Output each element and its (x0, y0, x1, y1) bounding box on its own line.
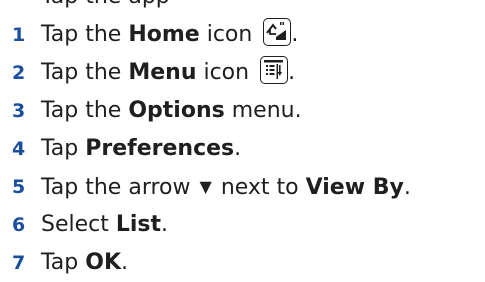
home-icon (263, 18, 292, 46)
dropdown-arrow-icon: ▼ (199, 177, 212, 196)
ui-term: OK (85, 250, 121, 275)
menu-icon (260, 56, 289, 84)
step-text: Tap OK. (41, 250, 128, 275)
step-text: Tap the Menu icon . (41, 54, 295, 92)
step-text: Tap the Options menu. (41, 98, 302, 123)
step-text: Tap Preferences. (41, 136, 242, 161)
step-number: 1 (12, 24, 26, 46)
ui-term: Home (128, 22, 200, 47)
ui-term: Options (128, 98, 225, 123)
step-number: 3 (12, 100, 26, 122)
instruction-steps: Tap the app 1 Tap the Home icon . 2 Tap … (0, 0, 485, 282)
step-number: 4 (12, 138, 26, 160)
step-4: 4 Tap Preferences. (0, 130, 485, 168)
step-number: 6 (12, 214, 26, 236)
step-number: 2 (12, 62, 26, 84)
step-number: 7 (12, 252, 26, 274)
ui-term: Menu (128, 60, 197, 85)
step-text: Select List. (41, 212, 169, 237)
step-text: Tap the arrow ▼ next to View By. (41, 168, 411, 207)
step-6: 6 Select List. (0, 206, 485, 244)
ui-term: View By (305, 175, 404, 200)
step-1: 1 Tap the Home icon . (0, 16, 485, 54)
step-text: Tap the app (41, 0, 170, 16)
step-7: 7 Tap OK. (0, 244, 485, 282)
step-3: 3 Tap the Options menu. (0, 92, 485, 130)
step-partial: Tap the app (0, 0, 485, 16)
step-number: 5 (12, 176, 26, 198)
step-5: 5 Tap the arrow ▼ next to View By. (0, 168, 485, 206)
ui-term: List (115, 212, 162, 237)
ui-term: Preferences (85, 136, 235, 161)
step-2: 2 Tap the Menu icon . (0, 54, 485, 92)
step-text: Tap the Home icon . (41, 16, 298, 54)
